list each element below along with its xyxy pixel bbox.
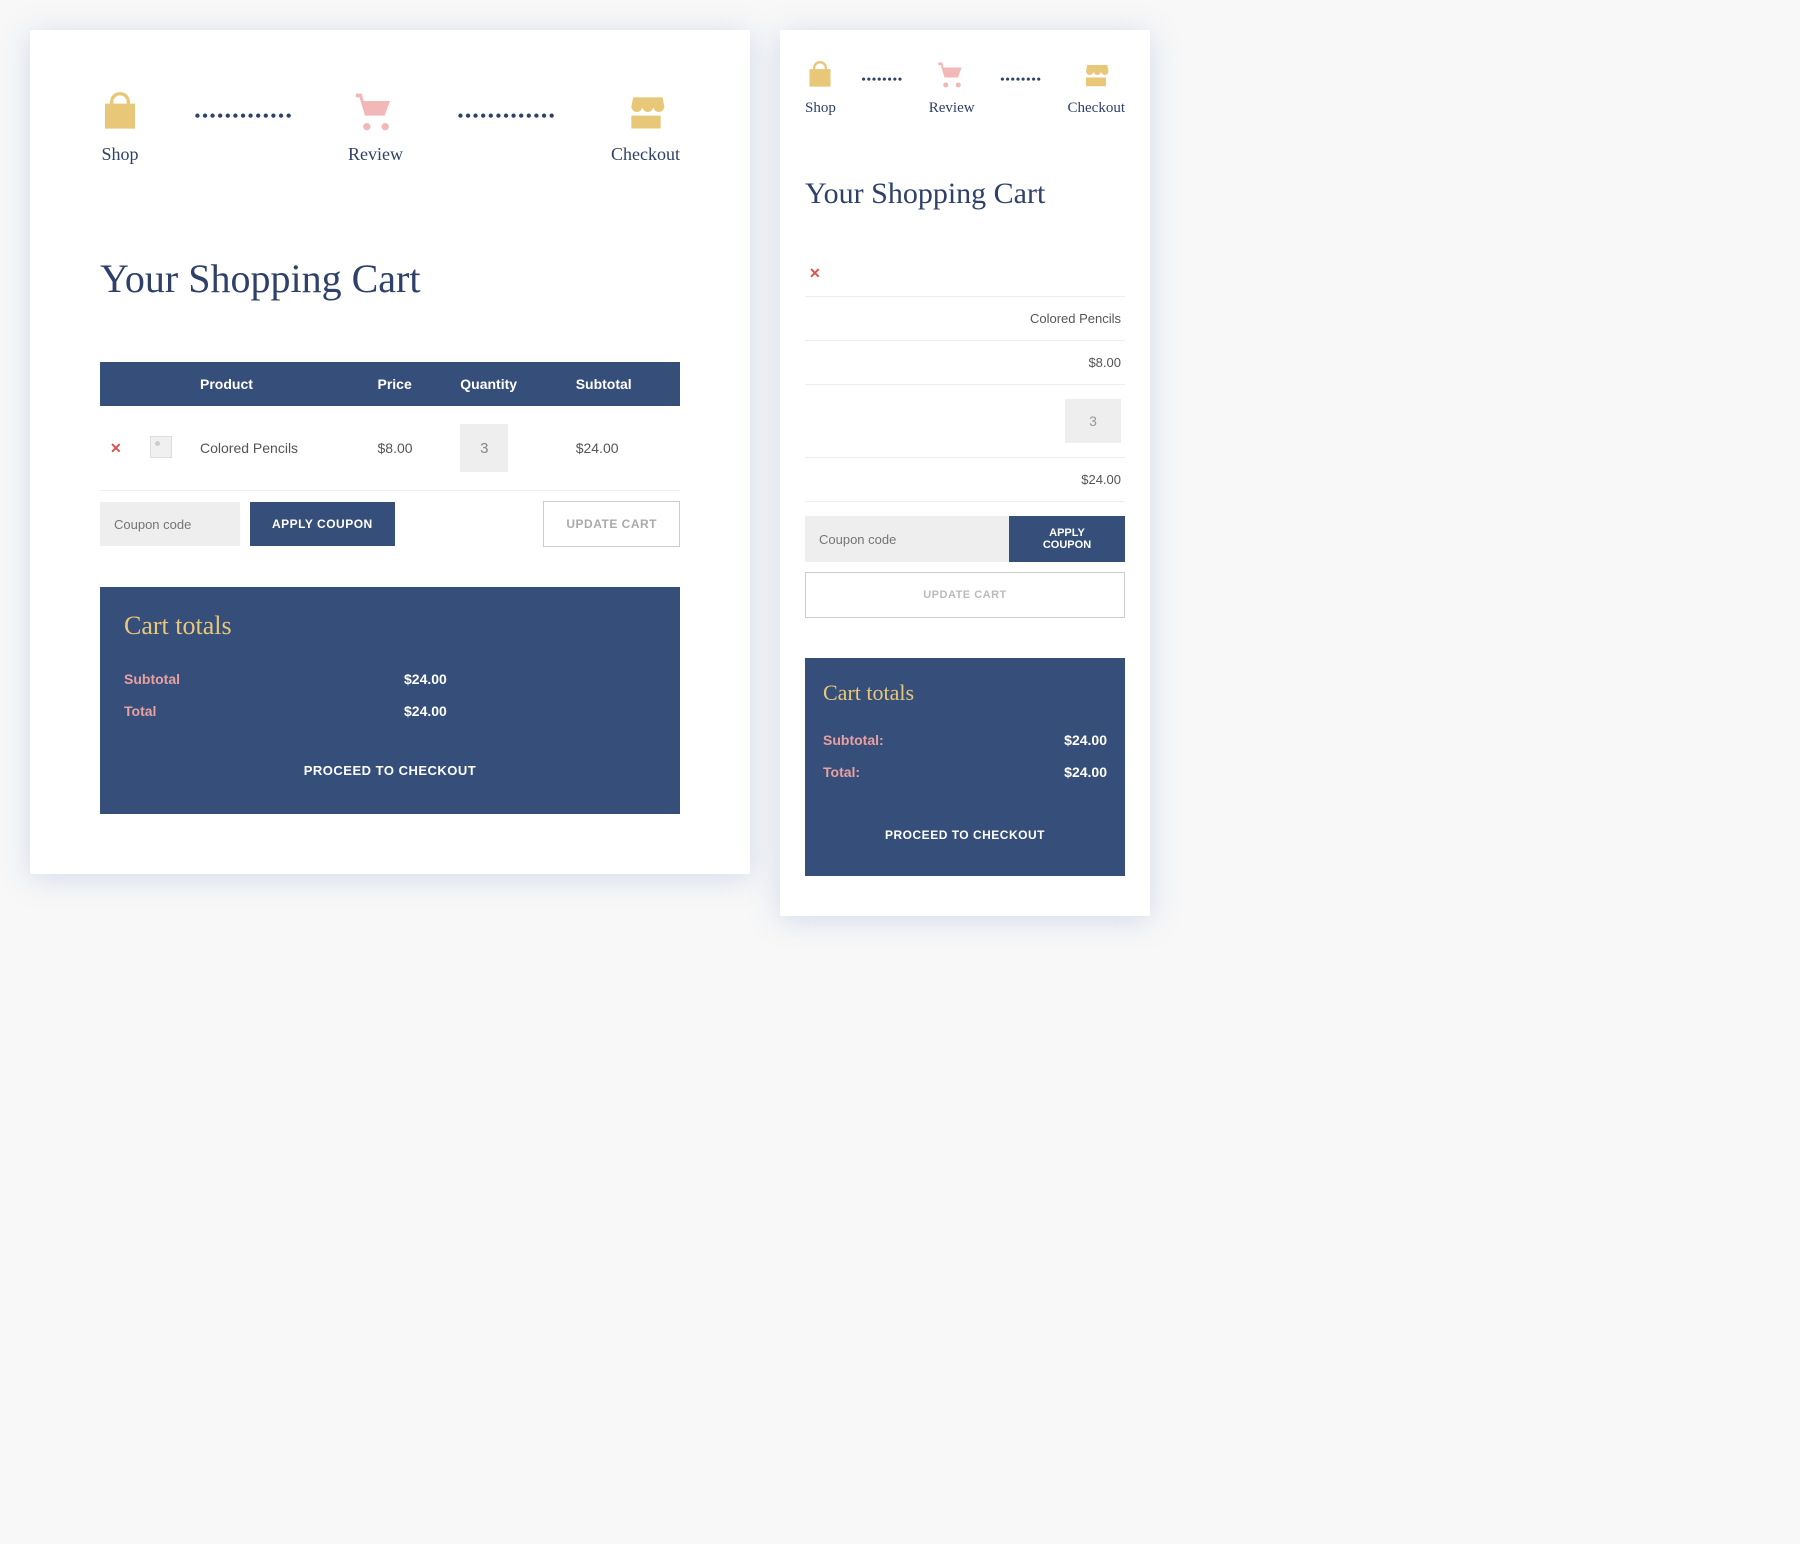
update-cart-button[interactable]: UPDATE CART [543, 501, 680, 547]
table-row: ✕ Colored Pencils $8.00 $24.00 [100, 406, 680, 491]
step-label: Shop [805, 100, 836, 117]
total-value: $24.00 [1064, 764, 1107, 780]
subtotal-value: $24.00 [404, 671, 447, 687]
step-separator: ••••••••••••• [403, 108, 611, 126]
cart-desktop-panel: Shop ••••••••••••• Review ••••••••••••• … [30, 30, 750, 874]
totals-title: Cart totals [823, 680, 1107, 706]
cart-item-list: ✕ Colored Pencils $8.00 $24.00 APPLY COU… [805, 251, 1125, 618]
step-separator: •••••••• [975, 72, 1068, 87]
coupon-input[interactable] [100, 502, 240, 546]
shopping-bag-icon [100, 90, 140, 134]
subtotal-row: $24.00 [805, 458, 1125, 502]
step-separator: •••••••• [836, 72, 929, 87]
total-label: Total: [823, 764, 1064, 780]
step-checkout[interactable]: Checkout [1068, 60, 1126, 117]
step-shop[interactable]: Shop [100, 90, 140, 165]
step-review[interactable]: Review [929, 60, 975, 117]
product-price: $8.00 [1088, 355, 1121, 370]
subtotal-value: $24.00 [1064, 732, 1107, 748]
col-price: Price [368, 362, 451, 406]
product-name[interactable]: Colored Pencils [1030, 311, 1121, 326]
product-name[interactable]: Colored Pencils [190, 406, 368, 491]
step-label: Review [348, 144, 403, 165]
cart-icon [936, 60, 968, 90]
totals-title: Cart totals [124, 611, 656, 641]
cart-mobile-panel: Shop •••••••• Review •••••••• Checkout Y… [780, 30, 1150, 916]
step-label: Checkout [611, 144, 680, 165]
qty-row [805, 385, 1125, 458]
product-name-row: Colored Pencils [805, 297, 1125, 341]
price-row: $8.00 [805, 341, 1125, 385]
subtotal-label: Subtotal [124, 671, 404, 687]
proceed-checkout-button[interactable]: PROCEED TO CHECKOUT [823, 828, 1107, 842]
cart-icon [352, 90, 400, 134]
product-subtotal: $24.00 [566, 406, 680, 491]
progress-steps: Shop ••••••••••••• Review ••••••••••••• … [100, 90, 680, 165]
subtotal-label: Subtotal: [823, 732, 1064, 748]
step-separator: ••••••••••••• [140, 108, 348, 126]
step-checkout[interactable]: Checkout [611, 90, 680, 165]
cart-table: Product Price Quantity Subtotal ✕ Colore… [100, 362, 680, 491]
step-label: Review [929, 100, 975, 117]
cart-totals: Cart totals Subtotal $24.00 Total $24.00… [100, 587, 680, 814]
col-product: Product [190, 362, 368, 406]
step-label: Shop [101, 144, 138, 165]
product-thumbnail[interactable] [150, 436, 172, 458]
progress-steps: Shop •••••••• Review •••••••• Checkout [805, 60, 1125, 117]
step-label: Checkout [1068, 100, 1126, 117]
page-title: Your Shopping Cart [805, 177, 1125, 211]
total-value: $24.00 [404, 703, 447, 719]
total-label: Total [124, 703, 404, 719]
step-shop[interactable]: Shop [805, 60, 836, 117]
remove-item-button[interactable]: ✕ [110, 440, 122, 456]
storefront-icon [1080, 60, 1112, 90]
quantity-input[interactable] [1065, 399, 1121, 443]
coupon-row: APPLY COUPON [805, 516, 1125, 562]
quantity-input[interactable] [460, 424, 508, 472]
proceed-checkout-button[interactable]: PROCEED TO CHECKOUT [124, 763, 656, 778]
col-quantity: Quantity [450, 362, 565, 406]
col-subtotal: Subtotal [566, 362, 680, 406]
coupon-row: APPLY COUPON UPDATE CART [100, 501, 680, 547]
cart-totals: Cart totals Subtotal: $24.00 Total: $24.… [805, 658, 1125, 876]
apply-coupon-button[interactable]: APPLY COUPON [250, 502, 395, 546]
remove-row: ✕ [805, 251, 1125, 297]
product-price: $8.00 [368, 406, 451, 491]
shopping-bag-icon [806, 60, 834, 90]
update-cart-button[interactable]: UPDATE CART [805, 572, 1125, 618]
remove-item-button[interactable]: ✕ [809, 265, 821, 282]
product-subtotal: $24.00 [1081, 472, 1121, 487]
step-review[interactable]: Review [348, 90, 403, 165]
apply-coupon-button[interactable]: APPLY COUPON [1009, 516, 1125, 562]
storefront-icon [622, 90, 670, 134]
coupon-input[interactable] [805, 516, 1009, 562]
page-title: Your Shopping Cart [100, 255, 680, 302]
